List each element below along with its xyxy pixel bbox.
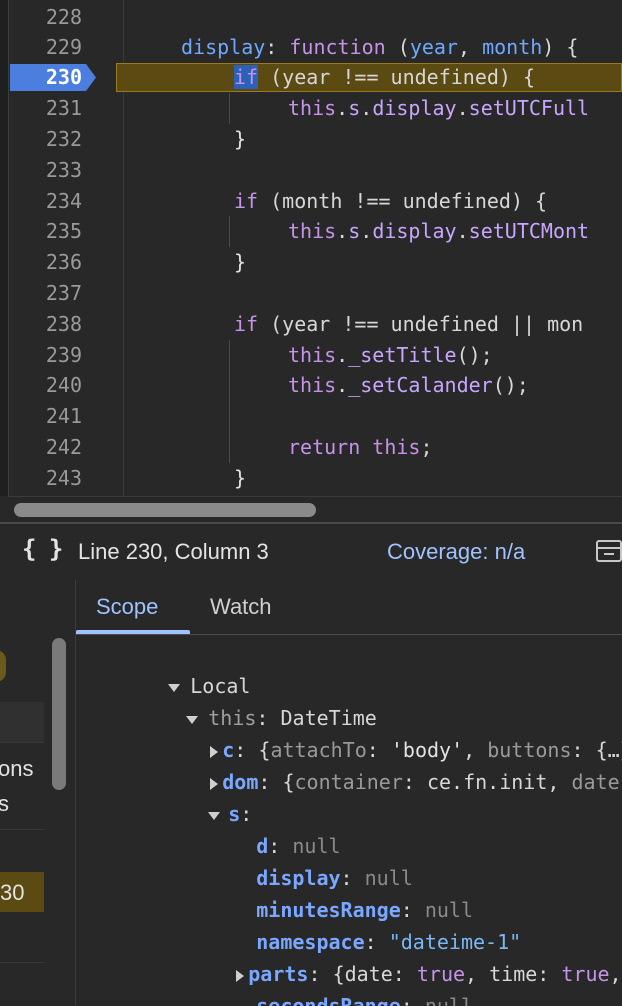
debugger-bottom-panels: ons s 30 Scope Watch Local this: DateTim… xyxy=(0,580,622,1006)
scope-row-secondsRange[interactable]: secondsRange: null xyxy=(184,958,473,1006)
code-line[interactable]: 228 xyxy=(0,2,622,33)
pane-row[interactable] xyxy=(0,914,44,963)
line-number[interactable]: 239 xyxy=(8,340,82,371)
code-line-current-execution[interactable]: 230 if (year !== undefined) { xyxy=(0,62,622,93)
sidebar-tabs: Scope Watch xyxy=(76,580,622,635)
editor-status-bar: { } Line 230, Column 3 Coverage: n/a xyxy=(0,522,622,580)
breakpoint-line-number: 230 xyxy=(45,65,82,89)
call-frame-line: 30 xyxy=(0,880,25,905)
code-text: if (year !== undefined || mon xyxy=(234,312,584,336)
code-line[interactable]: 231 this.s.display.setUTCFull xyxy=(0,93,622,124)
pane-row-text: s xyxy=(0,791,9,817)
code-text: if (month !== undefined) { xyxy=(234,189,548,213)
tab-scope[interactable]: Scope xyxy=(96,594,158,620)
scope-row-display[interactable]: display: null xyxy=(184,830,413,890)
code-text: return this; xyxy=(288,435,433,459)
code-line[interactable]: 241 xyxy=(0,401,622,432)
line-number[interactable]: 229 xyxy=(8,32,82,63)
code-line[interactable]: 232 } xyxy=(0,124,622,155)
scope-row-d[interactable]: d: null xyxy=(184,798,340,858)
scope-row-this[interactable]: this: DateTime xyxy=(114,670,377,730)
scope-row-minutesRange[interactable]: minutesRange: null xyxy=(184,862,473,922)
left-pane-scrollbar[interactable] xyxy=(52,638,66,790)
indent-guide xyxy=(229,216,230,247)
code-text: this.s.display.setUTCMont xyxy=(288,219,590,243)
line-number[interactable]: 233 xyxy=(8,155,82,186)
code-line[interactable]: 240 this._setCalander(); xyxy=(0,370,622,401)
code-line[interactable]: 229 display: function (year, month) { xyxy=(0,32,622,63)
pane-row[interactable] xyxy=(0,702,44,743)
line-number[interactable]: 240 xyxy=(8,370,82,401)
indent-guide xyxy=(229,340,230,463)
scope-row-showTo[interactable]: showTo: null xyxy=(184,990,401,1006)
cursor-position: Line 230, Column 3 xyxy=(78,539,269,564)
line-number[interactable]: 241 xyxy=(8,401,82,432)
line-number[interactable]: 243 xyxy=(8,463,82,494)
scope-row-s[interactable]: s: xyxy=(136,766,252,826)
left-sidebar-pane: ons s 30 xyxy=(0,580,76,1006)
line-number[interactable]: 228 xyxy=(8,2,82,33)
code-line[interactable]: 237 xyxy=(0,278,622,309)
line-number[interactable]: 235 xyxy=(8,216,82,247)
code-text: } xyxy=(234,127,247,151)
pane-item-indicator xyxy=(0,650,6,682)
code-text: this.s.display.setUTCFull xyxy=(288,96,590,120)
code-line[interactable]: 242 return this; xyxy=(0,432,622,463)
line-number[interactable]: 236 xyxy=(8,247,82,278)
pane-row-text: ons xyxy=(0,756,34,781)
tab-watch[interactable]: Watch xyxy=(210,594,272,620)
line-number[interactable]: 242 xyxy=(8,432,82,463)
code-line[interactable]: 233 xyxy=(0,155,622,186)
editor-horizontal-scrollbar[interactable] xyxy=(8,496,622,523)
line-number[interactable]: 231 xyxy=(8,93,82,124)
scope-tree: Local this: DateTime c: {attachTo: 'body… xyxy=(76,634,622,1006)
pretty-print-button[interactable]: { } xyxy=(22,535,63,563)
scope-row-parts[interactable]: parts: {date: true, time: true, s xyxy=(164,926,622,986)
indent-guide xyxy=(229,93,230,124)
scope-row-dom[interactable]: dom: {container: ce.fn.init, date: xyxy=(138,734,622,794)
scope-local-header[interactable]: Local xyxy=(96,638,250,698)
coverage-status[interactable]: Coverage: n/a xyxy=(387,539,525,565)
line-number[interactable]: 237 xyxy=(8,278,82,309)
line-number[interactable]: 234 xyxy=(8,186,82,217)
code-editor[interactable]: 228 229 display: function (year, month) … xyxy=(0,0,622,496)
dom-value: {container: ce.fn.init, date: xyxy=(282,770,622,794)
code-text: if (year !== undefined) { xyxy=(234,65,536,89)
code-text: } xyxy=(234,466,247,490)
code-line[interactable]: 238 if (year !== undefined || mon xyxy=(0,309,622,340)
scope-row-namespace[interactable]: namespace: "dateime-1" xyxy=(184,894,521,954)
line-number[interactable]: 238 xyxy=(8,309,82,340)
breakpoint-marker[interactable]: 230 xyxy=(8,64,96,91)
scope-row-c[interactable]: c: {attachTo: 'body', buttons: {…}, xyxy=(138,702,622,762)
code-text: this._setTitle(); xyxy=(288,343,493,367)
code-text: this._setCalander(); xyxy=(288,373,529,397)
line-number[interactable]: 232 xyxy=(8,124,82,155)
code-text: display: function (year, month) { xyxy=(181,35,579,59)
toggle-panel-icon[interactable] xyxy=(596,538,622,564)
code-line[interactable]: 234 if (month !== undefined) { xyxy=(0,186,622,217)
scrollbar-thumb[interactable] xyxy=(14,503,316,517)
code-text: } xyxy=(234,250,247,274)
code-line[interactable]: 239 this._setTitle(); xyxy=(0,340,622,371)
code-line[interactable]: 236 } xyxy=(0,247,622,278)
code-line[interactable]: 243 } xyxy=(0,463,622,494)
code-line[interactable]: 235 this.s.display.setUTCMont xyxy=(0,216,622,247)
